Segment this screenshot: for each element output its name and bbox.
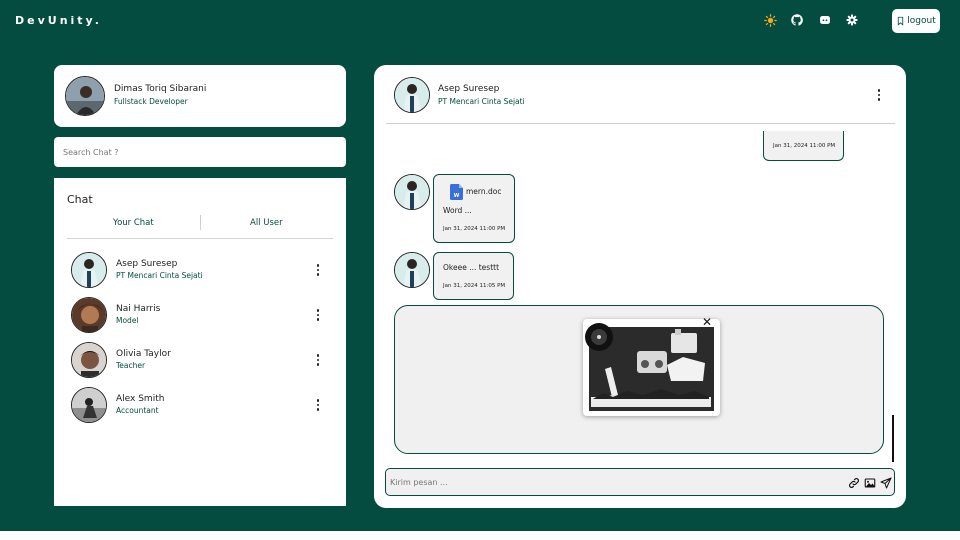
chat-list-item[interactable]: Asep Suresep PT Mencari Cinta Sejati xyxy=(70,250,336,290)
more-options-icon[interactable] xyxy=(313,262,323,278)
contact-avatar xyxy=(71,252,107,288)
message-avatar xyxy=(394,252,430,288)
contact-name: Nai Harris xyxy=(116,304,161,314)
chat-heading: Chat xyxy=(67,193,93,206)
github-icon[interactable] xyxy=(790,13,804,27)
image-upload-icon[interactable] xyxy=(864,477,876,489)
scrollbar[interactable] xyxy=(892,415,894,462)
contact-avatar xyxy=(71,297,107,333)
tab-all-user[interactable]: All User xyxy=(250,218,283,228)
svg-text:W: W xyxy=(454,193,460,199)
bookmark-icon xyxy=(898,16,904,26)
profile-avatar[interactable] xyxy=(65,76,105,116)
message-time: Jan 31, 2024 11:05 PM xyxy=(443,283,506,289)
contact-name: Olivia Taylor xyxy=(116,349,171,359)
tab-divider xyxy=(200,215,201,230)
contact-subtitle: Teacher xyxy=(116,361,146,370)
message-avatar xyxy=(394,174,430,210)
close-preview-icon[interactable]: ✕ xyxy=(702,316,712,328)
chat-list-panel: Chat Your Chat All User Asep Suresep PT … xyxy=(54,178,346,506)
contact-avatar xyxy=(71,342,107,378)
image-preview-area: ✕ xyxy=(394,305,884,454)
conversation-contact-avatar[interactable] xyxy=(394,77,430,113)
message-time: Jan 31, 2024 11:00 PM xyxy=(443,226,506,232)
contact-subtitle: PT Mencari Cinta Sejati xyxy=(116,271,203,280)
more-options-icon[interactable] xyxy=(313,397,323,413)
tab-your-chat[interactable]: Your Chat xyxy=(113,218,154,228)
received-text-message: Okeee ... testtt Jan 31, 2024 11:05 PM xyxy=(433,252,514,300)
more-options-icon[interactable] xyxy=(313,352,323,368)
profile-role: Fullstack Developer xyxy=(114,97,188,106)
send-icon[interactable] xyxy=(880,477,892,489)
attach-link-icon[interactable] xyxy=(848,477,860,489)
received-file-message[interactable]: W mern.doc Word ... Jan 31, 2024 11:00 P… xyxy=(433,174,515,243)
chat-list-item[interactable]: Alex Smith Accountant xyxy=(70,385,336,425)
message-text: Okeee ... testtt xyxy=(443,263,500,272)
conversation-options-icon[interactable] xyxy=(874,87,884,103)
word-doc-icon: W xyxy=(450,184,463,200)
chat-list-item[interactable]: Olivia Taylor Teacher xyxy=(70,340,336,380)
settings-gear-icon[interactable] xyxy=(845,13,859,27)
contact-subtitle: Model xyxy=(116,316,139,325)
message-time: Jan 31, 2024 11:00 PM xyxy=(773,143,836,149)
discord-icon[interactable] xyxy=(818,13,832,27)
chat-list-item[interactable]: Nai Harris Model xyxy=(70,295,336,335)
contact-name: Asep Suresep xyxy=(116,259,178,269)
profile-name: Dimas Toriq Sibarani xyxy=(114,84,207,94)
search-chat-input[interactable] xyxy=(54,137,346,167)
contact-name: Alex Smith xyxy=(116,394,165,404)
profile-card: Dimas Toriq Sibarani Fullstack Developer xyxy=(54,65,346,127)
footer-strip xyxy=(0,531,960,540)
tab-underline xyxy=(67,238,333,239)
header-divider xyxy=(386,123,895,124)
file-name: mern.doc xyxy=(466,187,502,196)
message-input-box xyxy=(385,468,895,496)
contact-subtitle: Accountant xyxy=(116,406,159,415)
logout-label: logout xyxy=(907,16,936,26)
conversation-contact-name: Asep Suresep xyxy=(438,84,500,94)
more-options-icon[interactable] xyxy=(313,307,323,323)
theme-sun-icon[interactable] xyxy=(763,13,777,27)
message-text: Word ... xyxy=(443,206,472,215)
conversation-contact-subtitle: PT Mencari Cinta Sejati xyxy=(438,97,525,106)
contact-avatar xyxy=(71,387,107,423)
conversation-panel: Asep Suresep PT Mencari Cinta Sejati Jan… xyxy=(374,65,906,508)
preview-image xyxy=(583,319,720,416)
brand-logo: DevUnity. xyxy=(15,14,102,27)
message-input[interactable] xyxy=(390,472,840,492)
logout-button[interactable]: logout xyxy=(892,9,940,33)
sent-message-bubble: Jan 31, 2024 11:00 PM xyxy=(763,131,844,161)
